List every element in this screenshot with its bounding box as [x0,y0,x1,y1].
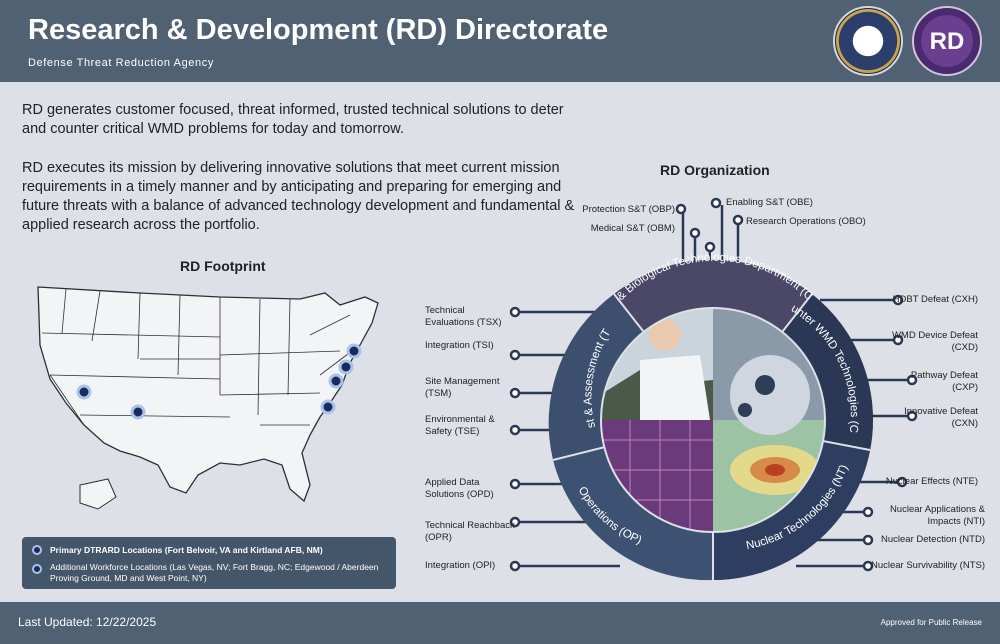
div-nti: Nuclear Applications & Impacts (NTI) [889,504,985,527]
footer-bar: Last Updated: 12/22/2025 Approved for Pu… [0,602,1000,644]
rd-logo-icon: RD [912,6,982,76]
ring-dividers [552,293,871,580]
div-cxp: Pathway Defeat (CXP) [910,370,978,393]
dept-nt-label: Nuclear Technologies (NT) [745,463,850,552]
header-banner: Research & Development (RD) Directorate … [0,0,1000,82]
location-las-vegas [76,384,92,400]
div-nts: Nuclear Survivability (NTS) [870,560,985,571]
div-tsi: Integration (TSI) [425,340,494,351]
dept-op-label: Operations (OP) [576,485,644,547]
additional-location-icon [32,564,42,574]
connector-lines [518,205,910,568]
ring-segment-cb [614,259,812,420]
div-obo: Research Operations (OBO) [746,216,866,227]
outer-ring [553,260,873,580]
alaska-outline [79,478,117,510]
legend-primary: Primary DTRARD Locations (Fort Belvoir, … [50,545,323,555]
div-obm: Medical S&T (OBM) [590,223,675,234]
page-title: Research & Development (RD) Directorate [28,14,609,46]
ring-segment-ts [548,294,713,460]
location-kirtland [130,404,146,420]
ring-segment-nt [713,420,870,580]
footprint-title: RD Footprint [180,258,266,274]
div-cxn: Innovative Defeat (CXN) [904,406,978,429]
div-nte: Nuclear Effects (NTE) [885,476,978,487]
intro-paragraph-1: RD generates customer focused, threat in… [22,102,564,137]
div-tsx: Technical Evaluations (TSX) [425,305,502,328]
div-tsm: Site Management (TSM) [425,376,500,399]
last-updated: Last Updated: 12/22/2025 [18,615,157,629]
div-opi: Integration (OPI) [425,560,496,571]
connector-dots [509,197,918,572]
intro-paragraph-2: RD executes its mission by delivering in… [22,160,575,233]
div-opr: Technical Reachback (OPR) [425,520,515,543]
legend-additional: Additional Workforce Locations (Las Vega… [50,562,379,583]
div-tse: Environmental & Safety (TSE) [425,414,495,437]
photo-collage [601,308,825,532]
location-fort-belvoir [328,373,344,389]
div-obp: Protection S&T (OBP) [582,204,675,215]
location-west-point [346,343,362,359]
div-opd: Applied Data Solutions (OPD) [425,477,494,500]
div-ntd: Nuclear Detection (NTD) [881,534,985,545]
us-map [37,286,379,510]
div-cxd: WMD Device Defeat (CXD) [891,330,978,353]
rd-logo-text: RD [929,28,965,55]
div-cxh: HDBT Defeat (CXH) [892,294,978,305]
footprint-legend: Primary DTRARD Locations (Fort Belvoir, … [22,537,396,589]
ring-segment-cx [713,294,873,450]
release-statement: Approved for Public Release [880,618,982,627]
ring-segment-op [553,420,713,581]
div-obe: Enabling S&T (OBE) [726,197,813,208]
primary-location-icon [32,545,42,555]
location-fort-bragg [320,399,336,415]
page-subtitle: Defense Threat Reduction Agency [28,57,214,69]
dtra-seal-icon [833,6,903,76]
location-aberdeen [338,359,354,375]
org-title: RD Organization [660,162,770,178]
